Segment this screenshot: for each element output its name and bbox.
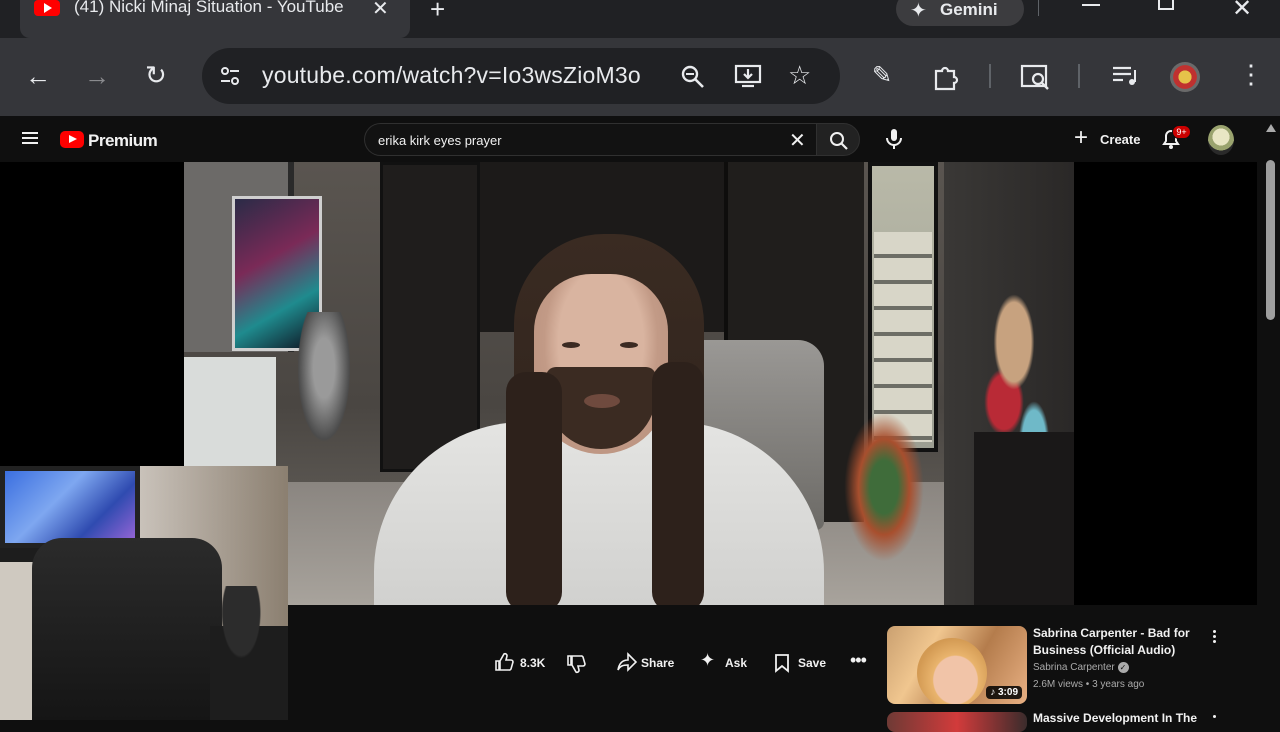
guide-menu-icon[interactable] (22, 132, 38, 144)
verified-check-icon: ✓ (1117, 662, 1129, 673)
window-close-icon[interactable]: ✕ (1232, 0, 1252, 23)
new-tab-button[interactable]: + (430, 0, 445, 25)
create-label: Create (1100, 132, 1141, 147)
media-controls-icon[interactable] (1111, 64, 1139, 88)
person-mouth (584, 394, 620, 408)
dislike-button[interactable] (566, 644, 590, 680)
tab-search-icon[interactable] (1020, 63, 1052, 91)
youtube-premium-logo[interactable]: Premium (88, 131, 158, 151)
recommendation-menu-icon[interactable] (1212, 630, 1218, 645)
browser-toolbar: ← → ↻ youtube.com/watch?v=Io3wsZioM3o ☆ … (0, 38, 1280, 116)
recommendation-title[interactable]: Massive Development In The (1033, 710, 1203, 727)
gemini-button[interactable]: ✦ Gemini (896, 0, 1024, 26)
youtube-favicon-icon (34, 0, 60, 16)
gemini-label: Gemini (940, 0, 998, 19)
recommendation-channel[interactable]: Sabrina Carpenter ✓ (1033, 662, 1129, 673)
search-query-text[interactable]: erika kirk eyes prayer (378, 133, 502, 148)
notes-extension-icon[interactable]: ✎ (872, 64, 892, 88)
clear-search-icon[interactable]: ✕ (789, 128, 806, 153)
fridge-cans (874, 232, 932, 442)
person-eye (562, 342, 580, 348)
statue-figure (294, 312, 354, 452)
plus-icon: + (1074, 124, 1089, 151)
search-button[interactable] (816, 123, 860, 156)
minimize-icon[interactable] (1082, 4, 1100, 6)
collectible-shelf (380, 162, 480, 472)
site-info-icon[interactable] (218, 64, 242, 88)
reload-icon[interactable]: ↻ (145, 62, 167, 88)
voice-search-mic-icon[interactable] (882, 127, 906, 151)
forward-arrow-icon[interactable]: → (84, 63, 110, 89)
person-hair-strand (652, 362, 704, 605)
create-button[interactable]: + Create (1072, 124, 1142, 154)
maximize-icon[interactable] (1158, 0, 1174, 10)
video-frame[interactable] (184, 162, 1074, 605)
recommendation-menu-icon[interactable] (1212, 715, 1218, 720)
video-duration: 3:09 (997, 687, 1018, 698)
search-input[interactable]: erika kirk eyes prayer ✕ (364, 123, 816, 156)
install-app-icon[interactable] (734, 63, 762, 89)
channel-name[interactable]: Sabrina Carpenter (1033, 662, 1115, 673)
address-bar[interactable]: youtube.com/watch?v=Io3wsZioM3o ☆ (202, 48, 840, 104)
tab-close-icon[interactable]: ✕ (372, 0, 389, 21)
search-icon (830, 132, 848, 150)
notification-count-badge: 9+ (1172, 125, 1191, 139)
profile-avatar[interactable] (1170, 62, 1200, 92)
save-button[interactable]: Save (774, 644, 830, 680)
recommendation-title[interactable]: Sabrina Carpenter - Bad for Business (Of… (1033, 625, 1203, 659)
scrollbar-thumb[interactable] (1266, 160, 1275, 320)
thumbs-up-icon (495, 652, 514, 671)
person-eye (620, 342, 638, 348)
share-button[interactable]: Share (616, 644, 680, 680)
ask-button[interactable]: ✦ Ask (700, 644, 750, 680)
toolbar-divider (989, 64, 991, 88)
low-shelf (974, 432, 1074, 605)
statue-figure (844, 412, 924, 562)
webcam-overlay (0, 466, 288, 720)
page-scrollbar[interactable] (1262, 116, 1280, 720)
scroll-up-arrow-icon[interactable] (1266, 124, 1276, 132)
extensions-puzzle-icon[interactable] (932, 63, 960, 91)
recommendation-thumbnail[interactable] (887, 712, 1027, 732)
save-label: Save (798, 656, 827, 670)
more-actions-button[interactable]: ••• (850, 644, 870, 680)
recommendation-stats: 2.6M views • 3 years ago (1033, 679, 1145, 690)
ask-label: Ask (725, 656, 748, 670)
share-arrow-icon (617, 652, 638, 672)
thumbs-down-icon (567, 655, 586, 674)
like-count: 8.3K (520, 656, 546, 670)
webcam-monitor (0, 466, 140, 548)
browser-tab-strip: (41) Nicki Minaj Situation - YouTube ✕ +… (0, 0, 1280, 38)
recommendation-thumbnail[interactable]: ♪ 3:09 (887, 626, 1027, 704)
webcam-chair (32, 538, 222, 720)
window-controls-divider (1038, 0, 1039, 16)
back-arrow-icon[interactable]: ← (25, 63, 51, 89)
ask-sparkle-icon: ✦ (700, 650, 716, 670)
browser-menu-icon[interactable]: ⋮ (1238, 61, 1264, 87)
toolbar-divider (1078, 64, 1080, 88)
webcam-person (210, 586, 288, 720)
zoom-icon[interactable] (680, 64, 706, 90)
gemini-sparkle-icon: ✦ (910, 0, 927, 22)
person-hair-strand (506, 372, 562, 605)
account-avatar[interactable] (1208, 125, 1234, 155)
white-appliance (184, 357, 276, 467)
browser-tab-active[interactable]: (41) Nicki Minaj Situation - YouTube ✕ (20, 0, 410, 38)
bookmark-star-icon[interactable]: ☆ (788, 62, 811, 88)
url-text[interactable]: youtube.com/watch?v=Io3wsZioM3o (262, 62, 641, 89)
like-button[interactable]: 8.3K (494, 644, 548, 680)
thumbnail-image (917, 638, 987, 704)
youtube-masthead: Premium erika kirk eyes prayer ✕ + Creat… (0, 116, 1262, 162)
youtube-logo-icon[interactable] (60, 131, 84, 148)
tab-title: (41) Nicki Minaj Situation - YouTube (74, 0, 344, 16)
save-bookmark-icon (775, 654, 789, 673)
video-duration-badge: ♪ 3:09 (986, 686, 1022, 699)
share-label: Share (641, 656, 675, 670)
more-horizontal-icon: ••• (850, 650, 867, 670)
